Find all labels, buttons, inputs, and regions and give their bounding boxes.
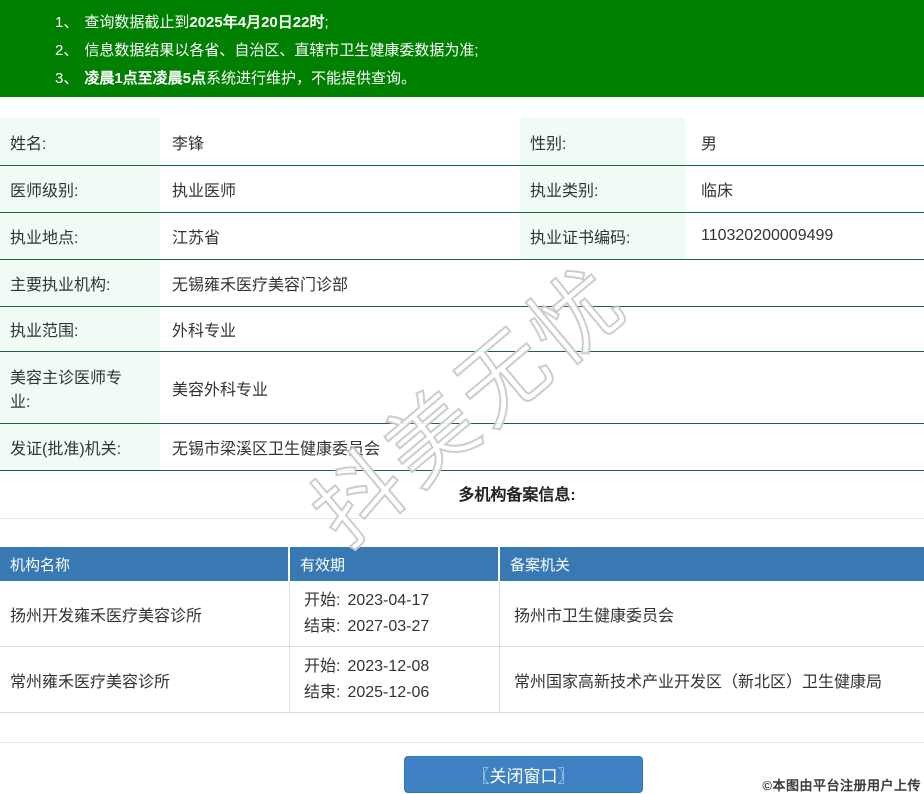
info-row-main-institution: 主要执业机构: 无锡雍禾医疗美容门诊部 <box>0 260 924 307</box>
field-value-doctor-level: 执业医师 <box>160 166 520 212</box>
field-label-name: 姓名: <box>0 118 160 165</box>
notice-text: 系统进行维护，不能提供查询。 <box>206 70 416 87</box>
start-label: 开始: <box>304 658 340 675</box>
cell-registration-authority: 常州国家高新技术产业开发区（新北区）卫生健康局 <box>500 647 924 712</box>
field-value-certificate-number: 110320200009499 <box>685 213 924 259</box>
separator-line <box>0 742 924 743</box>
field-label-certificate-number: 执业证书编码: <box>520 213 685 259</box>
notice-text: 信息数据结果以各省、自治区、直辖市卫生健康委数据为准; <box>84 42 478 59</box>
info-row-cosmetic-specialty: 美容主诊医师专业: 美容外科专业 <box>0 352 924 424</box>
notice-number: 1、 <box>55 14 78 31</box>
column-header-org-name: 机构名称 <box>0 547 290 581</box>
cell-org-name: 扬州开发雍禾医疗美容诊所 <box>0 581 290 646</box>
info-row-practice-scope: 执业范围: 外科专业 <box>0 307 924 352</box>
end-label: 结束: <box>304 684 340 701</box>
notice-line: 2、信息数据结果以各省、自治区、直辖市卫生健康委数据为准; <box>55 37 914 65</box>
notice-banner: 1、查询数据截止到2025年4月20日22时; 2、信息数据结果以各省、自治区、… <box>0 0 924 97</box>
table-row: 常州雍禾医疗美容诊所 开始: 2023-12-08 结束: 2025-12-06 常… <box>0 647 924 713</box>
field-value-cosmetic-specialty: 美容外科专业 <box>160 352 924 423</box>
practitioner-query-result-page: 1、查询数据截止到2025年4月20日22时; 2、信息数据结果以各省、自治区、… <box>0 0 924 794</box>
cell-org-name: 常州雍禾医疗美容诊所 <box>0 647 290 712</box>
upload-credit-text: ©本图由平台注册用户上传 <box>762 775 921 794</box>
start-label: 开始: <box>304 592 340 609</box>
end-date: 2027-03-27 <box>347 618 429 635</box>
notice-text: ; <box>324 14 328 31</box>
field-label-main-institution: 主要执业机构: <box>0 260 160 306</box>
column-header-validity: 有效期 <box>290 547 500 581</box>
notice-line: 1、查询数据截止到2025年4月20日22时; <box>55 9 914 37</box>
notice-number: 2、 <box>55 42 78 59</box>
cell-validity: 开始: 2023-12-08 结束: 2025-12-06 <box>290 647 500 712</box>
field-label-practice-category: 执业类别: <box>520 166 685 212</box>
field-value-main-institution: 无锡雍禾医疗美容门诊部 <box>160 260 924 306</box>
notice-text: 查询数据截止到 <box>84 14 189 31</box>
separator-line <box>0 518 924 519</box>
validity-end: 结束: 2027-03-27 <box>304 614 499 640</box>
column-header-registration-authority: 备案机关 <box>500 547 924 581</box>
cell-validity: 开始: 2023-04-17 结束: 2027-03-27 <box>290 581 500 646</box>
notice-number: 3、 <box>55 70 78 87</box>
validity-start: 开始: 2023-12-08 <box>304 654 499 680</box>
practitioner-info-table: 姓名: 李锋 性别: 男 医师级别: 执业医师 执业类别: 临床 执业地点: 江… <box>0 118 924 471</box>
field-value-practice-category: 临床 <box>685 166 924 212</box>
multi-org-registration-heading: 多机构备案信息: <box>55 485 924 507</box>
field-value-practice-location: 江苏省 <box>160 213 520 259</box>
close-window-button[interactable]: 〖关闭窗口〗 <box>404 756 643 793</box>
field-value-issuing-authority: 无锡市梁溪区卫生健康委员会 <box>160 424 924 470</box>
field-label-doctor-level: 医师级别: <box>0 166 160 212</box>
multi-org-registration-table: 机构名称 有效期 备案机关 扬州开发雍禾医疗美容诊所 开始: 2023-04-17… <box>0 547 924 713</box>
notice-line: 3、凌晨1点至凌晨5点系统进行维护，不能提供查询。 <box>55 65 914 93</box>
field-label-cosmetic-specialty: 美容主诊医师专业: <box>0 352 160 423</box>
registration-table-header: 机构名称 有效期 备案机关 <box>0 547 924 581</box>
notice-text-bold: 2025年4月20日22时 <box>189 14 324 31</box>
field-label-issuing-authority: 发证(批准)机关: <box>0 424 160 470</box>
validity-end: 结束: 2025-12-06 <box>304 680 499 706</box>
field-value-name: 李锋 <box>160 118 520 165</box>
field-label-gender: 性别: <box>520 118 685 165</box>
info-row-level-category: 医师级别: 执业医师 执业类别: 临床 <box>0 166 924 213</box>
start-date: 2023-04-17 <box>347 592 429 609</box>
validity-start: 开始: 2023-04-17 <box>304 588 499 614</box>
field-value-practice-scope: 外科专业 <box>160 307 924 351</box>
end-label: 结束: <box>304 618 340 635</box>
info-row-name-gender: 姓名: 李锋 性别: 男 <box>0 118 924 166</box>
field-label-practice-scope: 执业范围: <box>0 307 160 351</box>
cell-registration-authority: 扬州市卫生健康委员会 <box>500 581 924 646</box>
end-date: 2025-12-06 <box>347 684 429 701</box>
info-row-issuing-authority: 发证(批准)机关: 无锡市梁溪区卫生健康委员会 <box>0 424 924 471</box>
start-date: 2023-12-08 <box>347 658 429 675</box>
notice-text-bold: 凌晨1点至凌晨5点 <box>84 70 206 87</box>
table-row: 扬州开发雍禾医疗美容诊所 开始: 2023-04-17 结束: 2027-03-27… <box>0 581 924 647</box>
field-label-practice-location: 执业地点: <box>0 213 160 259</box>
field-value-gender: 男 <box>685 118 924 165</box>
info-row-location-certificate: 执业地点: 江苏省 执业证书编码: 110320200009499 <box>0 213 924 260</box>
